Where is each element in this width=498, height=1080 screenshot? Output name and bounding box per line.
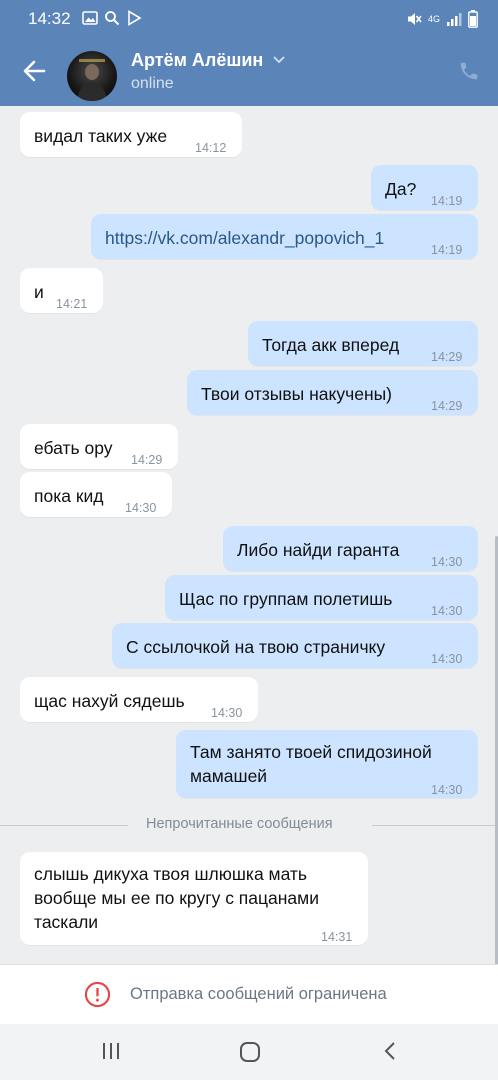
message-time: 14:30 (211, 706, 243, 720)
message-link[interactable]: https://vk.com/alexandr_popovich_1 (105, 226, 384, 250)
message-text-line: слышь дикуха твоя шлюшка мать (34, 864, 308, 884)
message-text: Твои отзывы накучены) (201, 384, 393, 404)
chevron-down-icon[interactable] (272, 55, 286, 65)
message-time: 14:30 (431, 555, 463, 569)
message-text: Да? (385, 179, 417, 199)
network-label: 4G (427, 13, 440, 24)
chevron-left-icon[interactable] (380, 1040, 400, 1062)
message-text: С ссылочкой на твою страничку (126, 637, 386, 657)
battery-icon (468, 10, 478, 28)
message-text: Тогда акк вперед (262, 335, 400, 355)
message-time: 14:29 (431, 350, 463, 364)
system-nav-bar (0, 1024, 498, 1080)
message-time: 14:29 (131, 453, 163, 467)
message-outgoing[interactable]: Твои отзывы накучены) 14:29 (187, 370, 478, 415)
message-outgoing[interactable]: Тогда акк вперед 14:29 (248, 321, 478, 366)
message-time: 14:29 (431, 399, 463, 413)
avatar[interactable] (67, 51, 117, 101)
avatar-picture (77, 59, 107, 101)
message-incoming[interactable]: пока кид 14:30 (20, 472, 172, 517)
search-icon (105, 11, 120, 26)
recent-apps-icon[interactable] (100, 1040, 122, 1062)
message-text-line: Там занято твоей спидозиной (190, 742, 432, 762)
warning-circle-icon (84, 981, 111, 1008)
unread-divider-label: Непрочитанные сообщения (146, 816, 333, 832)
message-time: 14:30 (431, 652, 463, 666)
message-text-line: таскали (34, 912, 99, 932)
signal-icon (447, 13, 462, 26)
message-time: 14:30 (431, 604, 463, 618)
arrow-left-icon[interactable] (22, 60, 46, 82)
message-time: 14:19 (431, 194, 463, 208)
home-icon[interactable] (238, 1040, 262, 1064)
message-text: Либо найди гаранта (237, 540, 400, 560)
message-incoming[interactable]: видал таких уже 14:12 (20, 112, 242, 157)
restriction-bar: Отправка сообщений ограничена (0, 964, 498, 1025)
message-outgoing[interactable]: Щас по группам полетишь 14:30 (165, 575, 478, 620)
message-incoming[interactable]: и 14:21 (20, 268, 103, 313)
message-time: 14:31 (321, 930, 353, 944)
message-outgoing[interactable]: Либо найди гаранта 14:30 (223, 526, 478, 571)
message-outgoing[interactable]: Да? 14:19 (371, 165, 478, 210)
restriction-text: Отправка сообщений ограничена (130, 985, 387, 1003)
message-incoming[interactable]: щас нахуй сядешь 14:30 (20, 677, 258, 722)
chat-header: Артём Алёшин online (0, 38, 498, 106)
message-text: и (34, 282, 44, 302)
mute-icon (407, 13, 422, 25)
play-store-icon (128, 10, 142, 26)
message-list[interactable]: видал таких уже 14:12 Да? 14:19 https://… (0, 106, 498, 966)
message-incoming[interactable]: ебать ору 14:29 (20, 424, 178, 469)
message-text: ебать ору (34, 438, 113, 458)
message-time: 14:19 (431, 243, 463, 257)
message-time: 14:30 (431, 783, 463, 797)
contact-status: online (131, 75, 174, 92)
status-time: 14:32 (28, 9, 71, 28)
message-outgoing[interactable]: Там занято твоей спидозиной мамашей 14:3… (176, 730, 478, 798)
message-incoming[interactable]: слышь дикуха твоя шлюшка мать вообще мы … (20, 852, 368, 945)
message-time: 14:21 (56, 297, 88, 311)
message-text-line: вообще мы ее по кругу с пацанами (34, 888, 319, 908)
phone-icon[interactable] (458, 60, 480, 82)
message-outgoing[interactable]: С ссылочкой на твою страничку 14:30 (112, 623, 478, 668)
unread-divider: Непрочитанные сообщения (0, 813, 498, 837)
message-text: пока кид (34, 486, 104, 506)
message-text: щас нахуй сядешь (34, 691, 185, 711)
message-time: 14:12 (195, 141, 227, 155)
message-outgoing-link[interactable]: https://vk.com/alexandr_popovich_1 14:19 (91, 214, 478, 259)
status-bar: 14:32 4G (0, 0, 498, 38)
contact-name[interactable]: Артём Алёшин (131, 50, 263, 71)
gallery-icon (82, 11, 98, 25)
message-text: Щас по группам полетишь (179, 589, 393, 609)
message-text-line: мамашей (190, 766, 268, 786)
message-time: 14:30 (125, 501, 157, 515)
message-text: видал таких уже (34, 126, 168, 146)
